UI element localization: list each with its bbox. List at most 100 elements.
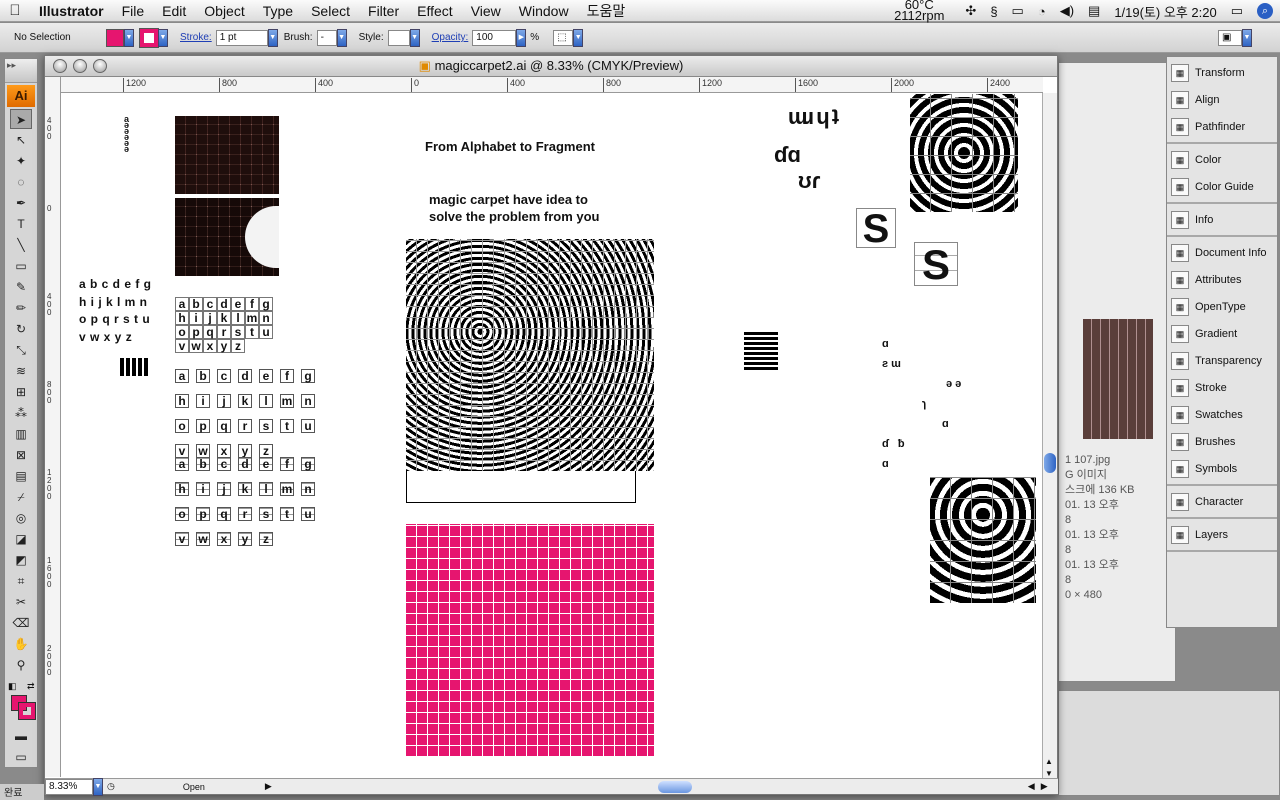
- blend-tool-icon[interactable]: ◎: [10, 508, 32, 528]
- panel-color[interactable]: ▦ Color: [1167, 146, 1277, 173]
- panel-character[interactable]: ▦ Character: [1167, 488, 1277, 515]
- panel-align[interactable]: ▦ Align: [1167, 86, 1277, 113]
- panel-symbols[interactable]: ▦ Symbols: [1167, 455, 1277, 482]
- stroke-weight-dropdown[interactable]: ▼: [267, 28, 278, 47]
- menu-window[interactable]: Window: [510, 3, 578, 19]
- panel-info[interactable]: ▦ Info: [1167, 206, 1277, 233]
- zoom-tool-icon[interactable]: ⚲: [10, 655, 32, 675]
- spotlight-icon[interactable]: ⌕: [1257, 3, 1273, 19]
- menu-edit[interactable]: Edit: [153, 3, 195, 19]
- stroke-swatch[interactable]: [139, 27, 159, 48]
- panel-brushes[interactable]: ▦ Brushes: [1167, 428, 1277, 455]
- scroll-right-arrow[interactable]: ▶: [1041, 781, 1048, 792]
- menu-select[interactable]: Select: [302, 3, 359, 19]
- type-tool-icon[interactable]: T: [10, 214, 32, 234]
- volume-icon[interactable]: ◀): [1060, 3, 1074, 19]
- battery-icon[interactable]: ▭: [1231, 3, 1243, 19]
- carpet-photo-2[interactable]: [175, 198, 279, 276]
- scattered-fragments[interactable]: ɑƨ ɯə əɿɑɗ ƀɑ: [882, 334, 961, 474]
- panel-attributes[interactable]: ▦ Attributes: [1167, 266, 1277, 293]
- recolor-dropdown[interactable]: ▼: [573, 28, 584, 47]
- lasso-tool-icon[interactable]: ◌: [10, 172, 32, 192]
- menu-help[interactable]: 도움말: [578, 1, 635, 21]
- stroke-link[interactable]: Stroke:: [180, 32, 212, 43]
- stroke-weight-field[interactable]: 1 pt: [215, 29, 268, 46]
- pencil-tool-icon[interactable]: ✏: [10, 298, 32, 318]
- scroll-down-arrow[interactable]: ▼: [1045, 769, 1053, 778]
- apple-icon[interactable]: : [0, 2, 30, 19]
- zoom-field[interactable]: 8.33%: [45, 778, 93, 795]
- horizontal-scroll-thumb[interactable]: [657, 780, 692, 793]
- panel-transparency[interactable]: ▦ Transparency: [1167, 347, 1277, 374]
- zoom-dropdown[interactable]: ▼: [93, 777, 103, 796]
- screen-mode-icon[interactable]: ▭: [10, 747, 32, 767]
- carpet-photo-1[interactable]: [175, 116, 279, 194]
- vertical-scroll-thumb[interactable]: [1044, 453, 1056, 473]
- wifi-icon[interactable]: ◔: [1038, 4, 1046, 19]
- menu-effect[interactable]: Effect: [408, 3, 462, 19]
- alphabet-text[interactable]: a b c d e f g h i j k l m n o p q r s t …: [79, 276, 152, 346]
- crop-area-tool-icon[interactable]: ⌗: [10, 571, 32, 591]
- clock[interactable]: 1/19(토) 오후 2:20: [1114, 2, 1216, 21]
- big-s-letter-1[interactable]: S: [856, 208, 896, 249]
- vertical-scrollbar[interactable]: ▲ ▼: [1042, 93, 1057, 780]
- gradient-tool-icon[interactable]: ▤: [10, 466, 32, 486]
- warp-tool-icon[interactable]: ≋: [10, 361, 32, 381]
- paintbrush-tool-icon[interactable]: ✎: [10, 277, 32, 297]
- panel-transform[interactable]: ▦ Transform: [1167, 59, 1277, 86]
- panel-stroke[interactable]: ▦ Stroke: [1167, 374, 1277, 401]
- panel-layers[interactable]: ▦ Layers: [1167, 521, 1277, 548]
- mesh-tool-icon[interactable]: ⊠: [10, 445, 32, 465]
- display-icon[interactable]: ▭: [1012, 3, 1024, 19]
- toolbox-header[interactable]: ▸▸: [5, 59, 37, 83]
- menu-type[interactable]: Type: [254, 3, 302, 19]
- menu-view[interactable]: View: [462, 3, 510, 19]
- artboard-heading[interactable]: From Alphabet to Fragment: [425, 139, 595, 154]
- rotate-tool-icon[interactable]: ↻: [10, 319, 32, 339]
- panel-document-info[interactable]: ▦ Document Info: [1167, 239, 1277, 266]
- horizontal-ruler[interactable]: 1200 800 400 0 400 800 1200 1600 2000 2400: [61, 77, 1043, 93]
- rectangle-tool-icon[interactable]: ▭: [10, 256, 32, 276]
- line-tool-icon[interactable]: ╲: [10, 235, 32, 255]
- brush-dropdown[interactable]: ▼: [336, 28, 347, 47]
- live-paint-selection-icon[interactable]: ◩: [10, 550, 32, 570]
- graph-tool-icon[interactable]: ▥: [10, 424, 32, 444]
- symbol-sprayer-tool-icon[interactable]: ⁂: [10, 403, 32, 423]
- opacity-field[interactable]: 100: [472, 29, 517, 46]
- scroll-up-arrow[interactable]: ▲: [1045, 757, 1053, 766]
- input-flag-icon[interactable]: ▤: [1088, 3, 1100, 19]
- fragment-cluster-top[interactable]: [910, 94, 1018, 212]
- workspace-dropdown[interactable]: ▼: [1242, 28, 1252, 47]
- panel-color-guide[interactable]: ▦ Color Guide: [1167, 173, 1277, 200]
- menu-file[interactable]: File: [113, 3, 154, 19]
- hand-tool-icon[interactable]: ✋: [10, 634, 32, 654]
- scroll-left-arrow[interactable]: ◀: [1028, 781, 1035, 792]
- pen-tool-icon[interactable]: ✒: [10, 193, 32, 213]
- panel-gradient[interactable]: ▦ Gradient: [1167, 320, 1277, 347]
- status-menu-icon[interactable]: ◷: [107, 781, 115, 792]
- status-arrow-icon[interactable]: ▶: [265, 781, 272, 792]
- brush-field[interactable]: -: [316, 29, 337, 46]
- stroke-dropdown[interactable]: ▼: [158, 28, 168, 47]
- stroke-color-swatch[interactable]: [18, 702, 36, 720]
- artboard-subheading[interactable]: magic carpet have idea to solve the prob…: [429, 191, 599, 225]
- style-dropdown[interactable]: ▼: [409, 28, 420, 47]
- fragment-small-right[interactable]: [744, 330, 778, 370]
- stacked-letters-fragment[interactable]: aəəəəə: [124, 115, 132, 154]
- eyedropper-tool-icon[interactable]: ⌿: [10, 487, 32, 507]
- selection-tool-icon[interactable]: ➤: [10, 109, 32, 129]
- free-transform-tool-icon[interactable]: ⊞: [10, 382, 32, 402]
- color-mode-icon[interactable]: ▬: [10, 726, 32, 746]
- fragment-mid-row[interactable]: ɗɑ ʊɾ: [774, 142, 820, 194]
- scale-tool-icon[interactable]: ⤡: [10, 340, 32, 360]
- swap-colors-icon[interactable]: ⇄: [27, 681, 35, 692]
- status-text[interactable]: Open: [183, 782, 263, 792]
- recolor-button[interactable]: ⬚: [553, 29, 574, 46]
- menu-object[interactable]: Object: [195, 3, 253, 19]
- panel-pathfinder[interactable]: ▦ Pathfinder: [1167, 113, 1277, 140]
- fragment-cluster-bottom[interactable]: [930, 477, 1036, 603]
- document-titlebar[interactable]: ▣ magiccarpet2.ai @ 8.33% (CMYK/Preview): [45, 56, 1057, 77]
- live-paint-tool-icon[interactable]: ◪: [10, 529, 32, 549]
- app-menu[interactable]: Illustrator: [30, 3, 113, 19]
- script-icon[interactable]: §: [990, 4, 997, 19]
